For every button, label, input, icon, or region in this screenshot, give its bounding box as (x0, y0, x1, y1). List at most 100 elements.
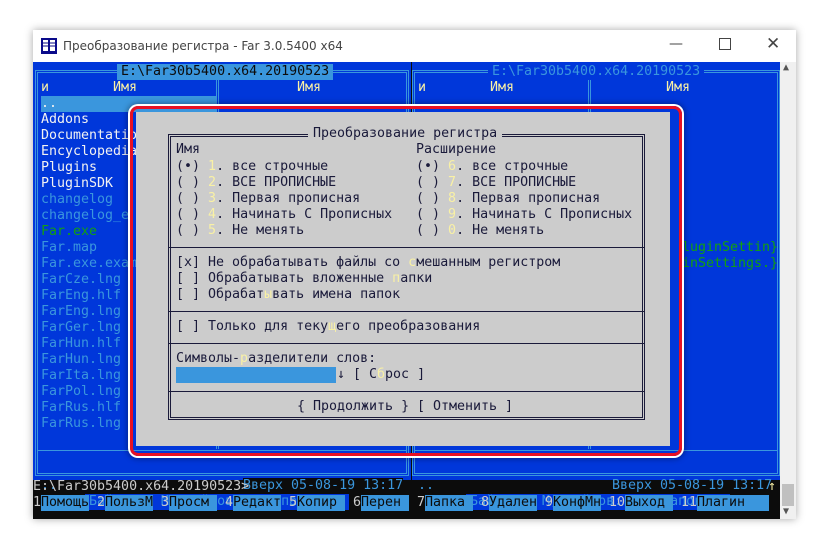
file-item[interactable]: PluginSDK (41, 176, 113, 192)
radio-mark[interactable]: ( ) (176, 175, 200, 190)
maximize-icon[interactable] (719, 38, 731, 50)
name-case-radio[interactable]: ( ) 3. Первая прописная (176, 191, 360, 207)
name-case-radio[interactable]: ( ) 2. ВСЕ ПРОПИСНЫЕ (176, 175, 336, 191)
file-item[interactable]: Documentatio (41, 128, 137, 144)
file-item[interactable]: FarHun.hlf (41, 336, 121, 352)
label: вать имена папок (272, 287, 401, 302)
col-header-name[interactable]: Имя (490, 80, 514, 96)
file-item[interactable]: Plugins (41, 160, 97, 176)
file-item[interactable]: Encyclopedia (41, 144, 137, 160)
keybar-пользм[interactable]: 2ПользМ (97, 495, 154, 511)
file-item[interactable]: FarEng.hlf (41, 288, 121, 304)
checkbox-mark[interactable]: [ ] (176, 287, 200, 302)
reset-button[interactable]: [ Сброс ] (353, 367, 425, 383)
scroll-down-icon[interactable]: ▼ (783, 506, 789, 517)
ext-case-radio[interactable]: ( ) 8. Первая прописная (416, 191, 600, 207)
file-item[interactable]: FarPol.lng (41, 384, 121, 400)
continue-button[interactable]: { Продолжить } (297, 399, 409, 415)
file-item[interactable]: FarIta.lng (41, 368, 121, 384)
option-checkbox[interactable]: [x] Не обрабатывать файлы со смешанным р… (176, 255, 560, 271)
key-label[interactable]: Плагин (697, 495, 746, 511)
key-label[interactable]: Редакт (233, 495, 282, 511)
keybar-удален[interactable]: 8Удален (481, 495, 538, 511)
ext-case-radio[interactable]: ( ) 0. Не менять (416, 223, 544, 239)
ext-case-radio[interactable]: ( ) 9. Начинать С Прописных (416, 207, 632, 223)
col-header-name-2[interactable]: Имя (666, 80, 690, 96)
option-checkbox[interactable]: [ ] Обрабатывать вложенные папки (176, 271, 432, 287)
console-scrollbar[interactable]: ▲ ▼ (780, 62, 796, 519)
keybar-выход[interactable]: 10Выход (609, 495, 674, 511)
separator (168, 343, 645, 344)
file-item[interactable]: Far.exe (41, 224, 97, 240)
key-label[interactable]: Удален (489, 495, 538, 511)
keybar-empty-slot[interactable] (745, 495, 769, 511)
radio-mark[interactable]: (•) (416, 159, 440, 174)
file-item[interactable]: inSettings.} (682, 256, 778, 272)
name-case-radio[interactable]: ( ) 4. Начинать С Прописных (176, 207, 392, 223)
file-item[interactable]: FarEng.lng (41, 304, 121, 320)
current-only-checkbox[interactable]: [ ] Только для текущего преобразования (176, 319, 480, 335)
keybar-копир[interactable]: 5Копир (289, 495, 346, 511)
ext-case-radio[interactable]: (•) 6. все строчные (416, 159, 568, 175)
file-item[interactable]: FarRus.lng (41, 416, 121, 432)
keybar-конфмн[interactable]: 9КонфМн (545, 495, 602, 511)
name-case-radio[interactable]: ( ) 5. Не менять (176, 223, 304, 239)
key-label[interactable]: Перен (361, 495, 410, 511)
keybar-папка[interactable]: 7Папка (417, 495, 474, 511)
radio-mark[interactable]: (•) (176, 159, 200, 174)
left-panel-path[interactable]: E:\Far30b5400.x64.20190523 (117, 64, 334, 80)
radio-mark[interactable]: ( ) (176, 207, 200, 222)
file-item[interactable]: FarRus.hlf (41, 400, 121, 416)
right-panel-path[interactable]: E:\Far30b5400.x64.20190523 (488, 64, 705, 80)
file-item[interactable]: FarGer.lng (41, 320, 121, 336)
name-case-radio[interactable]: (•) 1. все строчные (176, 159, 328, 175)
history-dropdown-icon[interactable]: ↓ (337, 367, 345, 383)
option-checkbox[interactable]: [ ] Обрабатывать имена папок (176, 287, 400, 303)
key-number: 5 (289, 495, 298, 510)
col-header-n[interactable]: и (418, 80, 426, 96)
checkbox-mark[interactable]: [ ] (176, 271, 200, 286)
checkbox-mark[interactable]: [x] (176, 255, 200, 270)
scroll-up-icon[interactable]: ▲ (783, 62, 789, 73)
radio-mark[interactable]: ( ) (416, 175, 440, 190)
file-item[interactable]: Addons (41, 112, 89, 128)
keybar-плагин[interactable]: 11Плагин (681, 495, 746, 511)
separators-input[interactable] (176, 367, 336, 383)
file-item[interactable]: changelog_e (41, 208, 129, 224)
keybar-помощь[interactable]: 1Помощь (33, 495, 90, 511)
radio-mark[interactable]: ( ) (176, 223, 200, 238)
key-label[interactable]: ПользМ (105, 495, 154, 511)
radio-mark[interactable]: ( ) (416, 223, 440, 238)
key-label[interactable]: КонфМн (553, 495, 602, 511)
checkbox-mark[interactable]: [ ] (176, 319, 200, 334)
file-item[interactable]: Far.exe.exam (41, 256, 137, 272)
ext-case-radio[interactable]: ( ) 7. ВСЕ ПРОПИСНЫЕ (416, 175, 576, 191)
label: . Первая прописная (216, 191, 361, 206)
radio-mark[interactable]: ( ) (416, 207, 440, 222)
key-label[interactable]: Помощь (41, 495, 90, 511)
keybar-редакт[interactable]: 4Редакт (225, 495, 282, 511)
minimize-icon[interactable]: — (669, 36, 683, 52)
col-header-n[interactable]: и (41, 80, 49, 96)
radio-mark[interactable]: ( ) (416, 191, 440, 206)
label: . Первая прописная (456, 191, 601, 206)
col-header-name-2[interactable]: Имя (297, 80, 321, 96)
hotkey: б (377, 367, 386, 382)
keybar-перен[interactable]: 6Перен (353, 495, 410, 511)
keybar-просм[interactable]: 3Просм (161, 495, 218, 511)
cancel-button[interactable]: [ Отменить ] (417, 399, 513, 415)
col-header-name[interactable]: Имя (113, 80, 137, 96)
file-item[interactable]: changelog (41, 192, 113, 208)
key-label[interactable]: Папка (425, 495, 474, 511)
file-item[interactable]: luginSettin} (682, 240, 778, 256)
key-label[interactable]: Просм (169, 495, 218, 511)
key-label[interactable]: Выход (625, 495, 674, 511)
file-item[interactable]: FarCze.lng (41, 272, 121, 288)
scroll-thumb[interactable] (782, 484, 794, 506)
key-label[interactable]: Копир (297, 495, 346, 511)
file-item[interactable]: Far.map (41, 240, 97, 256)
file-item[interactable]: FarHun.lng (41, 352, 121, 368)
close-icon[interactable]: ✕ (766, 34, 780, 54)
command-prompt[interactable]: E:\Far30b5400.x64.20190523> (33, 479, 249, 495)
radio-mark[interactable]: ( ) (176, 191, 200, 206)
